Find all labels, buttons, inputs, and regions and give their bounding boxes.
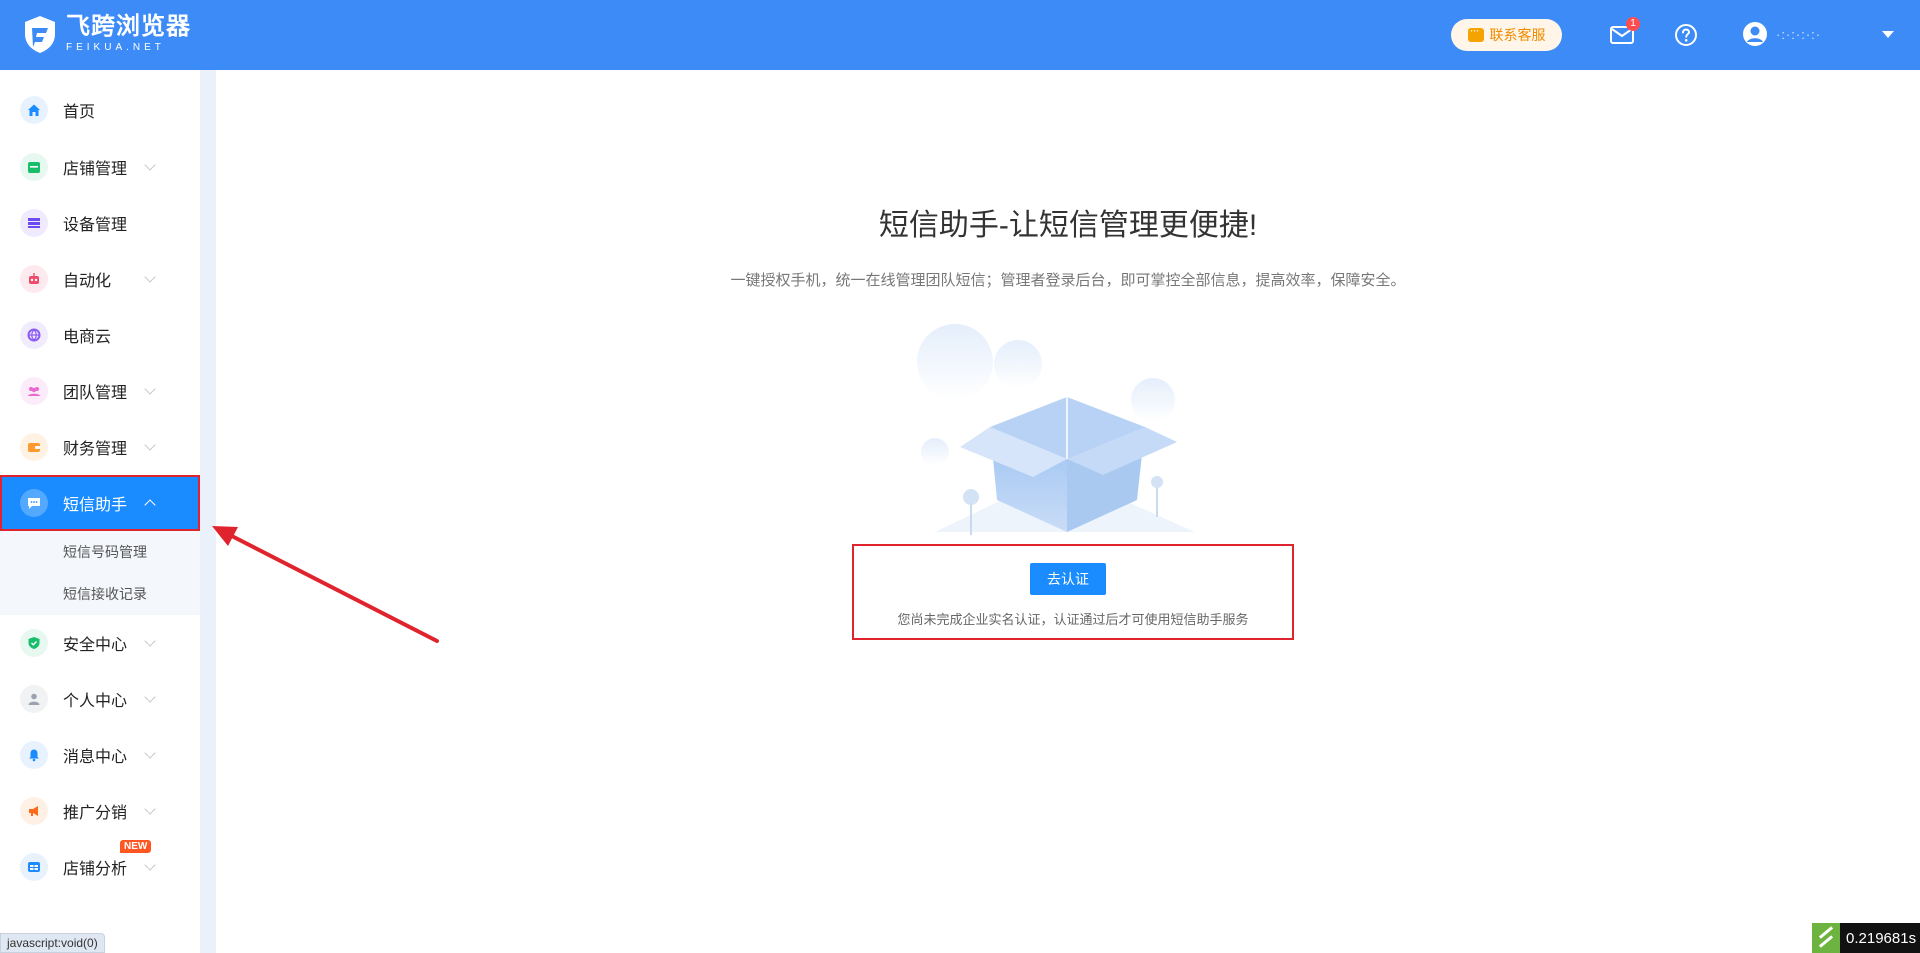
sidebar-subitem-sms-receive-records[interactable]: 短信接收记录 (0, 573, 200, 615)
contact-service-button[interactable]: 联系客服 (1451, 19, 1562, 51)
sidebar-item-security-center[interactable]: 安全中心 (0, 615, 200, 671)
sidebar-gutter (200, 70, 216, 953)
sidebar-item-label: 设备管理 (63, 217, 128, 234)
sidebar-item-ecommerce-cloud[interactable]: 电商云 (0, 307, 200, 363)
sidebar-item-label: 推广分销 (63, 805, 128, 822)
sidebar-item-device-management[interactable]: 设备管理 (0, 195, 200, 251)
chevron-down-icon (144, 635, 156, 647)
top-header: 飞跨浏览器 FEIKUA.NET 联系客服 1 ·:·:·:·:· (0, 0, 1920, 70)
sidebar-item-label: 首页 (63, 104, 96, 121)
user-name: ·:·:·:·:· (1776, 27, 1822, 42)
home-icon (20, 96, 48, 124)
chevron-down-icon (144, 439, 156, 451)
team-icon (20, 377, 48, 405)
page-title: 短信助手-让短信管理更便捷! (878, 209, 1258, 242)
sidebar-item-label: 自动化 (63, 273, 112, 290)
chevron-down-icon (144, 691, 156, 703)
sidebar-item-label: 消息中心 (63, 749, 128, 766)
sidebar-subitem-label: 短信号码管理 (63, 544, 147, 560)
sidebar-item-sms-assistant[interactable]: 短信助手 (0, 475, 200, 531)
chevron-up-icon (144, 499, 156, 511)
sidebar-item-automation[interactable]: 自动化 (0, 251, 200, 307)
verify-button[interactable]: 去认证 (1030, 563, 1106, 595)
chevron-down-icon (1882, 30, 1894, 38)
sidebar-item-label: 店铺管理 (63, 161, 128, 178)
new-badge: NEW (120, 840, 152, 853)
sidebar-item-label: 个人中心 (63, 693, 128, 710)
help-icon[interactable] (1674, 23, 1698, 47)
robot-icon (20, 265, 48, 293)
timer-logo-icon (1812, 923, 1840, 953)
sidebar-item-home[interactable]: 首页 (0, 82, 200, 138)
sidebar-subitem-label: 短信接收记录 (63, 586, 147, 602)
sidebar-subitem-sms-number-management[interactable]: 短信号码管理 (0, 531, 200, 573)
sidebar-item-label: 财务管理 (63, 441, 128, 458)
sidebar-item-label: 短信助手 (63, 497, 128, 514)
chat-bubble-icon (1467, 23, 1484, 42)
chevron-down-icon (144, 747, 156, 759)
sidebar-item-message-center[interactable]: 消息中心 (0, 727, 200, 783)
sidebar-item-store-analysis[interactable]: 店铺分析 (0, 839, 200, 895)
sidebar-item-team-management[interactable]: 团队管理 (0, 363, 200, 419)
sidebar-item-personal-center[interactable]: 个人中心 (0, 671, 200, 727)
user-menu[interactable]: ·:·:·:·:· (1742, 21, 1894, 47)
chevron-down-icon (144, 859, 156, 871)
load-timer: 0.219681s (1812, 923, 1920, 953)
contact-service-label: 联系客服 (1489, 27, 1546, 43)
bell-icon (20, 741, 48, 769)
mail-badge: 1 (1626, 17, 1640, 31)
sidebar-item-label: 团队管理 (63, 385, 128, 402)
timer-value: 0.219681s (1846, 929, 1917, 947)
chevron-down-icon (144, 803, 156, 815)
logo-shield-icon (25, 16, 55, 53)
sidebar-item-finance-management[interactable]: 财务管理 (0, 419, 200, 475)
person-icon (20, 685, 48, 713)
empty-box-illustration (917, 324, 1195, 535)
status-bar-url: javascript:void(0) (0, 933, 105, 953)
chevron-down-icon (144, 383, 156, 395)
store-icon (20, 153, 48, 181)
app-logo[interactable]: 飞跨浏览器 FEIKUA.NET (22, 14, 191, 54)
sidebar-item-promotion[interactable]: 推广分销 (0, 783, 200, 839)
message-icon (20, 489, 48, 517)
device-icon (20, 209, 48, 237)
chevron-down-icon (144, 159, 156, 171)
wallet-icon (20, 433, 48, 461)
logo-subtitle: FEIKUA.NET (66, 42, 165, 53)
sidebar-item-store-management[interactable]: 店铺管理 (0, 139, 200, 195)
sidebar-item-label: 店铺分析 (63, 861, 128, 878)
user-avatar-icon (1743, 22, 1767, 46)
logo-title: 飞跨浏览器 (66, 13, 191, 40)
analysis-icon (20, 853, 48, 881)
shield-icon (20, 629, 48, 657)
chevron-down-icon (144, 271, 156, 283)
megaphone-icon (20, 797, 48, 825)
page-description: 一键授权手机，统一在线管理团队短信；管理者登录后台，即可掌控全部信息，提高效率，… (730, 272, 1406, 289)
verify-note: 您尚未完成企业实名认证，认证通过后才可使用短信助手服务 (897, 612, 1249, 627)
cloud-icon (20, 321, 48, 349)
sidebar-item-label: 电商云 (63, 329, 112, 346)
sidebar-item-label: 安全中心 (63, 637, 128, 654)
